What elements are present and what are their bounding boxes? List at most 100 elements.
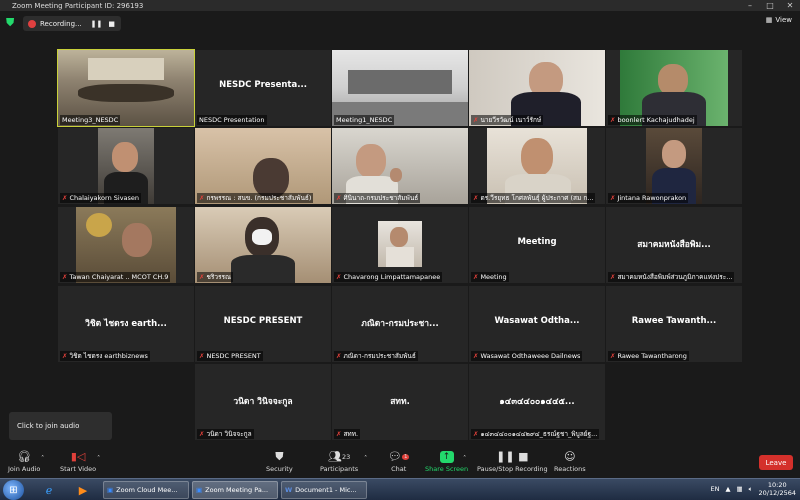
view-button[interactable]: ▦ View [766, 16, 792, 24]
taskbar-item-label: Zoom Cloud Mee... [116, 486, 178, 494]
join-audio-button[interactable]: 🎧︎ Join Audio [8, 449, 40, 473]
close-icon[interactable]: ✕ [780, 0, 800, 11]
taskbar-item-label: Zoom Meeting Pa... [205, 486, 269, 494]
audio-options-chevron[interactable]: ˄ [41, 454, 44, 462]
tray-expand-icon[interactable]: ▲ [725, 485, 730, 493]
meeting-topbar: ⛊ Recording... ❚❚ ■ ▦ View [0, 11, 800, 34]
pause-stop-recording-button[interactable]: ❚❚ ■ Pause/Stop Recording [477, 449, 548, 473]
security-button[interactable]: ⛊ Security [266, 449, 293, 473]
participant-name-tag: NESDC Presentation [197, 115, 267, 125]
participant-name-tag: ✗ Jintana Rawonprakon [608, 193, 689, 203]
video-options-chevron[interactable]: ˄ [97, 454, 100, 462]
participant-tile[interactable]: ๑๔๓๔๔๐๐๑๔๔๕... ✗ ๑๔๓๔๔๐๐๑๔๔๒๙๔_ธรณ์ฐชา_พิ… [469, 364, 605, 440]
participant-display-name: NESDC Presenta... [219, 80, 307, 90]
grid-view-icon: ▦ [765, 16, 773, 24]
participants-options-chevron[interactable]: ˄ [364, 454, 367, 462]
participant-tile[interactable]: สทท. ✗ สทท. [332, 364, 468, 440]
internet-explorer-icon[interactable]: ℯ [38, 481, 60, 499]
profile-picture [378, 221, 422, 267]
participant-name-tag: ✗ วิชิต ไชดรง earthbiznews [60, 351, 150, 361]
taskbar-item-word-document[interactable]: W Document1 - Mic... [281, 481, 367, 499]
participant-tile[interactable]: ✗ ศินินาถ-กรมประชาสัมพันธ์ [332, 128, 468, 204]
participant-name-tag: ✗ สทท. [334, 429, 361, 439]
participant-name-tag: ✗ Rawee Tawantharong [608, 351, 689, 361]
start-video-button[interactable]: ▮◁ Start Video [60, 449, 96, 473]
volume-icon[interactable]: 🔈︎ [749, 485, 753, 494]
muted-mic-icon: ✗ [473, 352, 479, 360]
chat-button[interactable]: 💬︎ 1 Chat [388, 449, 410, 473]
participant-tile[interactable]: ✗ ดร.วีรยุทธ โกศลพันธุ์ ผู้ประกาศ (สม ก..… [469, 128, 605, 204]
participant-tile[interactable]: วนิดา วินิจจะกูล ✗ วนิดา วินิจจะกูล [195, 364, 331, 440]
muted-mic-icon: ✗ [336, 430, 342, 438]
participant-tile[interactable]: Wasawat Odtha... ✗ Wasawat Odthaweee Dail… [469, 286, 605, 362]
participant-tile[interactable]: ✗ นายวีรวัฒน์ เนาว์รักษ์ [469, 50, 605, 126]
muted-mic-icon: ✗ [62, 352, 68, 360]
taskbar-item-zoom-cloud[interactable]: ▣ Zoom Cloud Mee... [103, 481, 189, 499]
muted-mic-icon: ✗ [610, 352, 616, 360]
participant-name-tag: ✗ วนิดา วินิจจะกูล [197, 429, 254, 439]
media-player-icon[interactable]: ▶ [72, 481, 94, 499]
stop-recording-icon[interactable]: ■ [108, 20, 115, 28]
zoom-app-icon: ▣ [107, 486, 114, 494]
network-icon[interactable]: ▦ [736, 485, 742, 493]
chevron-up-icon: ˄ [463, 454, 467, 462]
taskbar-item-label: Document1 - Mic... [295, 486, 357, 494]
participant-tile[interactable]: ✗ กรพรรณ : สนข. (กรมประชาสัมพันธ์) [195, 128, 331, 204]
participants-label: Participants [320, 465, 359, 473]
language-indicator[interactable]: EN [710, 485, 719, 493]
leave-label: Leave [765, 458, 787, 467]
minimize-icon[interactable]: – [740, 0, 760, 11]
participant-display-name: Rawee Tawanth... [631, 316, 717, 326]
recording-label: Recording... [40, 19, 82, 28]
view-label: View [775, 16, 792, 24]
chat-label: Chat [391, 465, 407, 473]
chevron-up-icon: ˄ [41, 454, 45, 462]
clock-date: 20/12/2564 [758, 489, 796, 497]
participant-tile[interactable]: ✗ Chalaiyakorn Sivasen [58, 128, 194, 204]
start-button-windows-icon[interactable]: ⊞ [3, 480, 24, 500]
pause-stop-icon: ❚❚ ■ [496, 450, 529, 463]
participant-tile[interactable]: สมาคมหนังสือพิม... ✗ สมาคมหนังสือพิมพ์ส่ว… [606, 207, 742, 283]
leave-button[interactable]: Leave [759, 455, 793, 470]
participant-display-name: Wasawat Odtha... [494, 316, 580, 326]
participant-tile[interactable]: Meeting1_NESDC [332, 50, 468, 126]
encryption-shield-icon[interactable]: ⛊ [6, 17, 16, 29]
participant-tile[interactable]: ภณิดา-กรมประชา... ✗ ภณิดา-กรมประชาสัมพันธ… [332, 286, 468, 362]
zoom-app-icon: ▣ [196, 486, 203, 494]
reactions-button[interactable]: ☺ Reactions [554, 449, 586, 473]
participant-tile[interactable]: NESDC Presenta... NESDC Presentation [195, 50, 331, 126]
participant-tile[interactable]: ✗ boonlert Kachajudhadej [606, 50, 742, 126]
participants-button[interactable]: 👥︎23 Participants [320, 449, 358, 473]
clock[interactable]: 10:20 20/12/2564 [759, 481, 796, 497]
chat-icon: 💬︎ 1 [388, 450, 410, 463]
participant-tile[interactable]: NESDC PRESENT ✗ NESDC PRESENT [195, 286, 331, 362]
taskbar-item-zoom-meeting[interactable]: ▣ Zoom Meeting Pa... [192, 481, 278, 499]
participant-name-tag: ✗ นายวีรวัฒน์ เนาว์รักษ์ [471, 115, 544, 125]
participant-display-name: สทท. [390, 397, 410, 407]
participant-tile[interactable]: วิชิต ไชดรง earth... ✗ วิชิต ไชดรง earthb… [58, 286, 194, 362]
muted-mic-icon: ✗ [62, 194, 68, 202]
participant-tile[interactable]: Meeting ✗ Meeting [469, 207, 605, 283]
shield-icon: ⛊ [275, 450, 284, 463]
participant-tile[interactable]: ✗ Chavarong Limpattamapanee [332, 207, 468, 283]
muted-mic-icon: ✗ [473, 116, 479, 124]
maximize-icon[interactable]: □ [760, 0, 780, 11]
recording-dot-icon [28, 19, 36, 28]
window-title: Zoom Meeting Participant ID: 296193 [12, 1, 144, 10]
participant-name-tag: ✗ ดร.วีรยุทธ โกศลพันธุ์ ผู้ประกาศ (สม ก..… [471, 193, 596, 203]
muted-mic-icon: ✗ [62, 273, 68, 281]
share-screen-button[interactable]: ↑ Share Screen [425, 449, 468, 473]
pause-recording-icon[interactable]: ❚❚ [91, 20, 103, 28]
participant-tile[interactable]: ✗ ชริวรรณ [195, 207, 331, 283]
participant-tile[interactable]: ✗ Tawan Chaiyarat .. MCOT CH.9 [58, 207, 194, 283]
share-screen-label: Share Screen [425, 465, 469, 473]
participant-tile[interactable]: ✗ Jintana Rawonprakon [606, 128, 742, 204]
share-screen-icon: ↑ [439, 451, 454, 463]
reactions-label: Reactions [554, 465, 586, 473]
chat-badge: 1 [401, 454, 410, 460]
participant-tile[interactable]: Meeting3_NESDC [57, 49, 195, 127]
share-options-chevron[interactable]: ˄ [463, 454, 466, 462]
participant-tile[interactable]: Rawee Tawanth... ✗ Rawee Tawantharong [606, 286, 742, 362]
chevron-up-icon: ˄ [364, 454, 368, 462]
participant-name-tag: ✗ Chavarong Limpattamapanee [334, 272, 443, 282]
